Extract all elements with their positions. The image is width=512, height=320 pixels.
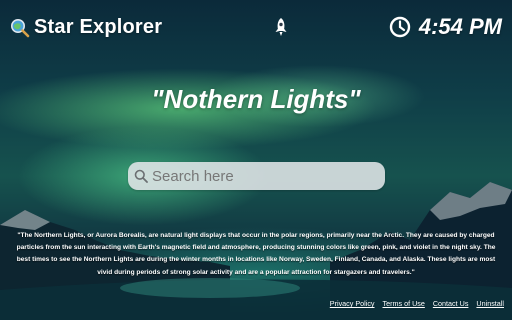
magnifier-globe-icon bbox=[10, 18, 30, 38]
search-input[interactable] bbox=[152, 163, 385, 189]
terms-of-use-link[interactable]: Terms of Use bbox=[383, 299, 425, 308]
clock: 4:54 PM bbox=[389, 14, 502, 40]
search-bar[interactable] bbox=[128, 162, 385, 190]
app-title: Star Explorer bbox=[34, 16, 163, 38]
top-bar: Star Explorer 4:54 PM bbox=[0, 0, 512, 58]
privacy-policy-link[interactable]: Privacy Policy bbox=[330, 299, 375, 308]
page-headline: "Nothern Lights" bbox=[151, 84, 361, 114]
uninstall-link[interactable]: Uninstall bbox=[476, 299, 504, 308]
footer-links: Privacy Policy Terms of Use Contact Us U… bbox=[330, 299, 504, 308]
contact-us-link[interactable]: Contact Us bbox=[433, 299, 469, 308]
clock-time: 4:54 PM bbox=[418, 14, 502, 39]
clock-icon bbox=[389, 16, 411, 38]
description-text: "The Northern Lights, or Aurora Borealis… bbox=[16, 232, 496, 276]
rocket-icon[interactable] bbox=[272, 17, 290, 37]
brand[interactable]: Star Explorer bbox=[10, 16, 162, 39]
search-icon[interactable] bbox=[134, 169, 148, 183]
